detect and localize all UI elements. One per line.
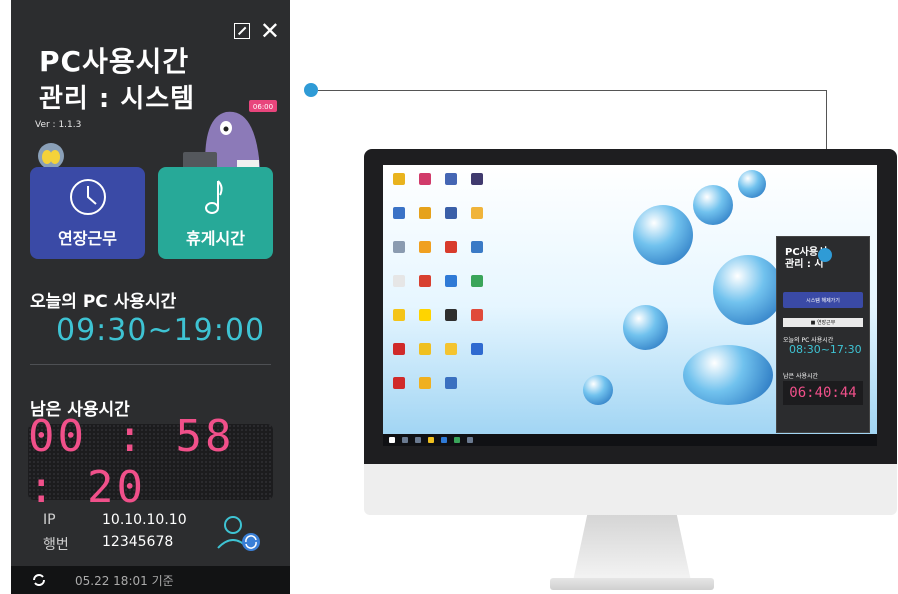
number-label: 행번: [43, 537, 69, 553]
remaining-time-value: 00 : 58 : 20: [28, 411, 235, 513]
desktop-icon[interactable]: [419, 343, 431, 355]
mini-today-range: 08:30~17:30: [789, 343, 862, 356]
status-footer: 05.22 18:01 기준: [11, 566, 290, 594]
taskbar: [383, 434, 877, 446]
taskbar-icon[interactable]: [441, 437, 447, 443]
desktop-icon[interactable]: [419, 207, 431, 219]
overtime-button[interactable]: 연장근무: [30, 167, 145, 259]
desktop-icon[interactable]: [419, 377, 431, 389]
refresh-icon[interactable]: [31, 572, 47, 588]
desktop-icon[interactable]: [393, 377, 405, 389]
taskbar-icon[interactable]: [402, 437, 408, 443]
desktop-icon[interactable]: [419, 309, 431, 321]
desktop-icon[interactable]: [471, 309, 483, 321]
taskbar-icon[interactable]: [467, 437, 473, 443]
app-title-line1: PC사용시간: [39, 45, 190, 78]
today-usage-range: 09:30~19:00: [56, 313, 266, 348]
desktop-icon[interactable]: [419, 241, 431, 253]
desktop-icon[interactable]: [393, 343, 405, 355]
desktop-icon[interactable]: [445, 309, 457, 321]
desktop-icon[interactable]: [393, 309, 405, 321]
desktop-icon[interactable]: [445, 241, 457, 253]
desktop-icon[interactable]: [445, 343, 457, 355]
break-time-button[interactable]: 휴게시간: [158, 167, 273, 259]
app-title-line2: 관리 : 시스템: [39, 84, 196, 114]
ip-label: IP: [43, 512, 56, 528]
callout-line: [318, 90, 826, 91]
mini-usage-panel: PC사용시 관리 : 시 시스템 해제가기 ■ 연장근무 오늘의 PC 사용시간…: [776, 236, 870, 433]
desktop-icon[interactable]: [471, 207, 483, 219]
monitor-chin: [364, 464, 897, 515]
desktop-icon[interactable]: [419, 275, 431, 287]
mini-callout-dot: [818, 248, 832, 262]
break-time-label: 휴게시간: [186, 229, 245, 248]
divider: [30, 364, 271, 365]
desktop-icon[interactable]: [393, 275, 405, 287]
timer-badge-text: 06:00: [253, 103, 273, 111]
yellow-character-icon: [38, 143, 64, 169]
overtime-label: 연장근무: [58, 229, 117, 248]
ip-value: 10.10.10.10: [102, 512, 187, 528]
desktop-icon[interactable]: [445, 377, 457, 389]
minimize-icon[interactable]: [233, 23, 250, 39]
taskbar-icon[interactable]: [415, 437, 421, 443]
last-update-time: 05.22 18:01 기준: [75, 573, 174, 588]
clock-icon: [69, 179, 106, 215]
pc-usage-panel: ✕ PC사용시간 관리 : 시스템 Ver : 1.1.3 06:00 연장근무…: [11, 0, 290, 594]
mini-remaining-time: 06:40:44: [783, 381, 863, 405]
desktop-icon[interactable]: [419, 173, 431, 185]
desktop-icon[interactable]: [393, 241, 405, 253]
monitor-base: [550, 578, 714, 590]
desktop-icon[interactable]: [445, 173, 457, 185]
desktop-icon[interactable]: [393, 173, 405, 185]
taskbar-icon[interactable]: [428, 437, 434, 443]
close-icon[interactable]: ✕: [260, 19, 280, 43]
desktop-icon[interactable]: [471, 275, 483, 287]
number-value: 12345678: [102, 534, 174, 550]
today-usage-label: 오늘의 PC 사용시간: [30, 292, 177, 312]
desktop-icon[interactable]: [393, 207, 405, 219]
desktop-icon[interactable]: [445, 207, 457, 219]
version-label: Ver : 1.1.3: [35, 120, 82, 130]
mini-system-button[interactable]: 시스템 해제가기: [783, 292, 863, 308]
remaining-time-display: 00 : 58 : 20: [28, 411, 273, 513]
desktop-icon[interactable]: [445, 275, 457, 287]
mini-remaining-label: 남은 사용시간: [783, 373, 819, 380]
callout-dot: [304, 83, 318, 97]
taskbar-icon[interactable]: [454, 437, 460, 443]
music-note-icon: [204, 180, 223, 214]
desktop-icon[interactable]: [471, 241, 483, 253]
monitor-stand: [573, 515, 691, 581]
desktop-icon[interactable]: [471, 173, 483, 185]
start-icon[interactable]: [389, 437, 395, 443]
mini-overtime-button[interactable]: ■ 연장근무: [783, 318, 863, 327]
desktop-icon[interactable]: [471, 343, 483, 355]
user-switch-icon[interactable]: [213, 512, 263, 554]
